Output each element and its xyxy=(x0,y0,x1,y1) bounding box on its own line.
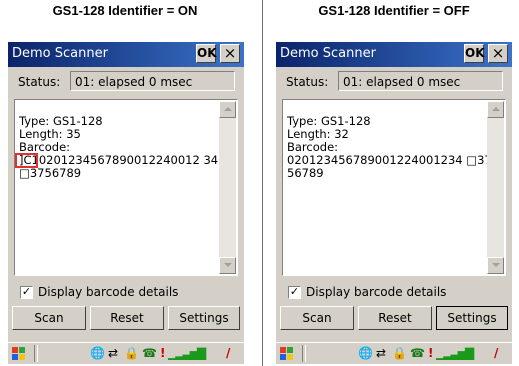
scroll-down-button[interactable] xyxy=(487,257,504,274)
reset-button[interactable]: Reset xyxy=(358,306,432,330)
phone-icon[interactable]: ☎ xyxy=(142,346,157,361)
settings-label: Settings xyxy=(179,311,229,325)
scan-button[interactable]: Scan xyxy=(280,306,354,330)
display-details-label: Display barcode details xyxy=(38,285,179,299)
signal-bars-icon[interactable]: ▁▂▃▅▇ xyxy=(168,346,206,361)
status-field: 01: elapsed 0 msec xyxy=(338,71,503,91)
scan-label: Scan xyxy=(302,311,332,325)
scroll-down-button[interactable] xyxy=(219,257,236,274)
taskbar-separator xyxy=(302,345,306,362)
divider xyxy=(262,0,263,366)
display-details-checkbox[interactable]: ✓ xyxy=(20,286,33,299)
heading-left: GS1-128 Identifier = ON xyxy=(52,3,198,18)
phone-icon[interactable]: ☎ xyxy=(410,346,425,361)
device-left: Demo Scanner OK × Status: 01: elapsed 0 … xyxy=(8,42,244,364)
settings-button[interactable]: Settings xyxy=(436,306,508,330)
barcode-line-1: ]C10201234567890012240012 34 xyxy=(15,153,219,168)
barcode-line-2: □3756789 xyxy=(19,166,82,180)
windows-start-icon[interactable] xyxy=(279,346,295,361)
battery-icon[interactable]: ▯ xyxy=(468,346,475,361)
lock-icon[interactable]: 🔒 xyxy=(392,346,407,361)
network-icon[interactable]: 🌐 xyxy=(90,346,105,361)
network-icon[interactable]: 🌐 xyxy=(358,346,373,361)
device-right: Demo Scanner OK × Status: 01: elapsed 0 … xyxy=(276,42,512,364)
barcode-details-text[interactable]: Type: GS1-128 Length: 35 Barcode: ]C1020… xyxy=(14,99,238,276)
settings-label: Settings xyxy=(447,311,497,325)
vertical-scrollbar[interactable] xyxy=(487,101,504,274)
arrow-up-icon xyxy=(492,107,500,111)
barcode-line-2: 56789 xyxy=(287,166,324,180)
scroll-up-button[interactable] xyxy=(219,101,236,118)
ok-button[interactable]: OK xyxy=(464,44,485,63)
ok-button[interactable]: OK xyxy=(196,44,217,63)
window-title: Demo Scanner xyxy=(280,46,376,61)
arrow-down-icon xyxy=(492,263,500,267)
windows-start-icon[interactable] xyxy=(11,346,27,361)
scan-button[interactable]: Scan xyxy=(12,306,86,330)
scroll-up-button[interactable] xyxy=(487,101,504,118)
vertical-scrollbar[interactable] xyxy=(219,101,236,274)
reset-label: Reset xyxy=(110,311,144,325)
title-bar: Demo Scanner OK × xyxy=(276,42,512,67)
arrow-down-icon xyxy=(224,263,232,267)
settings-button[interactable]: Settings xyxy=(168,306,240,330)
title-bar: Demo Scanner OK × xyxy=(8,42,244,67)
pen-icon[interactable]: / xyxy=(494,346,498,361)
reset-button[interactable]: Reset xyxy=(90,306,164,330)
taskbar-separator xyxy=(34,345,38,362)
taskbar: 🌐 ⇄ 🔒 ☎ ! ▁▂▃▅▇ ▯ / xyxy=(8,342,244,364)
lock-icon[interactable]: 🔒 xyxy=(124,346,139,361)
alert-icon[interactable]: ! xyxy=(428,346,433,361)
display-details-label: Display barcode details xyxy=(306,285,447,299)
reset-label: Reset xyxy=(378,311,412,325)
arrow-up-icon xyxy=(224,107,232,111)
close-button[interactable]: × xyxy=(488,44,508,63)
status-label: Status: xyxy=(18,75,61,89)
pen-icon[interactable]: / xyxy=(226,346,230,361)
barcode-details-text[interactable]: Type: GS1-128 Length: 32 Barcode: 020123… xyxy=(282,99,506,276)
status-label: Status: xyxy=(286,75,329,89)
sync-icon[interactable]: ⇄ xyxy=(108,346,118,361)
heading-right: GS1-128 Identifier = OFF xyxy=(318,3,470,18)
window-title: Demo Scanner xyxy=(12,46,108,61)
display-details-checkbox[interactable]: ✓ xyxy=(288,286,301,299)
battery-icon[interactable]: ▯ xyxy=(200,346,207,361)
sync-icon[interactable]: ⇄ xyxy=(376,346,386,361)
gs1-identifier-highlight xyxy=(15,153,38,168)
signal-bars-icon[interactable]: ▁▂▃▅▇ xyxy=(436,346,474,361)
status-field: 01: elapsed 0 msec xyxy=(70,71,235,91)
scan-label: Scan xyxy=(34,311,64,325)
close-button[interactable]: × xyxy=(220,44,240,63)
taskbar: 🌐 ⇄ 🔒 ☎ ! ▁▂▃▅▇ ▯ / xyxy=(276,342,512,364)
alert-icon[interactable]: ! xyxy=(160,346,165,361)
barcode-value-1: 0201234567890012240012 34 xyxy=(38,153,219,167)
